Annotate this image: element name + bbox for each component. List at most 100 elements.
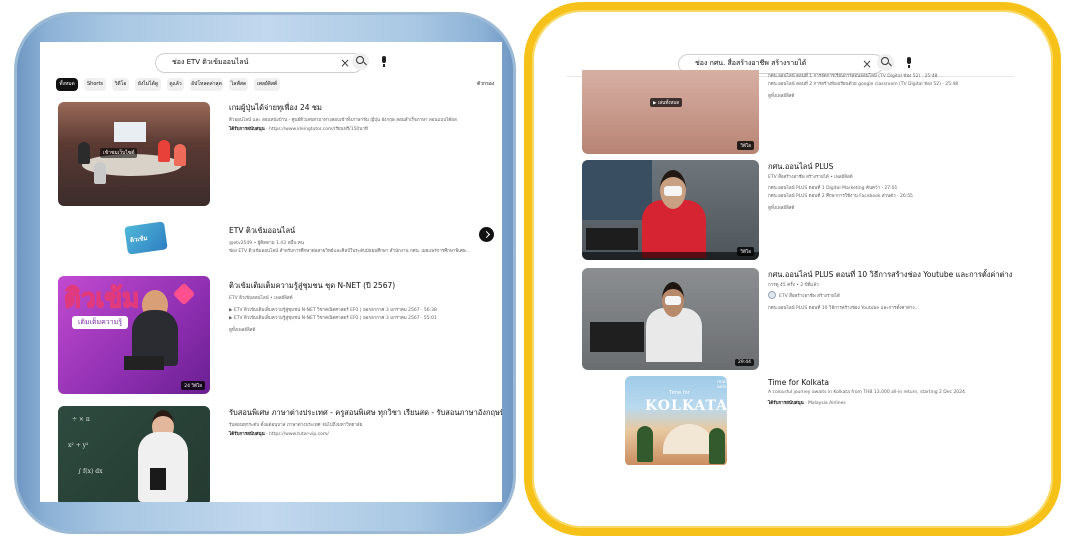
channel-title[interactable]: ETV ติวเข้มออนไลน์ <box>229 225 295 237</box>
ad-url[interactable]: https://www.tutor-vip.com/ <box>269 432 329 437</box>
playlist-item[interactable]: กศน.ออนไลน์ ตอนที่ 2 การสร้างห้องเรียนด้… <box>768 80 958 87</box>
sponsored-label: ได้รับการสนับสนุน <box>768 401 804 406</box>
thumb-sub-text: เติมเต็มความรู้ <box>72 316 129 329</box>
playlist-channel[interactable]: ETV ติวเข้มออนไลน์ • เพลย์ลิสต์ <box>229 294 293 301</box>
playlist-thumbnail[interactable]: ▶ เล่นทั้งหมด วิดีโอ <box>582 70 759 154</box>
search-button[interactable] <box>352 53 369 70</box>
voice-search-button[interactable] <box>901 54 918 71</box>
view-playlist-link[interactable]: ดูทั้งเพลย์ลิสต์ <box>768 92 794 99</box>
playlist-item[interactable]: ▶ ETV ติวเข้มเติมเต็มความรู้สู่ชุมชน N-N… <box>229 314 437 321</box>
close-icon[interactable]: × <box>340 57 350 69</box>
search-button[interactable] <box>877 54 894 71</box>
person <box>158 140 170 162</box>
playlist-channel[interactable]: ETV สื่อสร้างอาชีพ สร้างรายได้ • เพลย์ลิ… <box>768 173 853 180</box>
playlist-title[interactable]: ติวเข้มเติมเต็มความรู้สู่ชุมชน ชุด N-NET… <box>229 280 395 292</box>
channel-name[interactable]: ETV สื่อสร้างอาชีพ สร้างรายได้ <box>779 292 840 299</box>
voice-search-button[interactable] <box>376 53 393 70</box>
channel-description: ช่อง ETV ติวเข้มออนไลน์ สำหรับการศึกษาต่… <box>229 249 470 254</box>
person <box>78 142 90 164</box>
ad-title[interactable]: รับสอนพิเศษ ภาษาต่างประเทศ - ครูสอนพิเศษ… <box>229 407 502 419</box>
book <box>150 468 166 490</box>
chip-watched[interactable]: ดูแล้ว <box>167 78 184 91</box>
video-title[interactable]: กศน.ออนไลน์ PLUS ตอนที่ 10 วิธีการสร้างช… <box>768 269 1014 281</box>
chip-unwatched[interactable]: ยังไม่ได้ดู <box>135 78 161 91</box>
video-title[interactable]: เกมผู้ปุ่นได้จ่ายทุเพื่อง 24 ชม <box>229 102 322 114</box>
face-mask <box>665 296 681 305</box>
ad-thumbnail[interactable]: ÷ × π x² + y² ∫ f(x) dx <box>58 406 210 502</box>
chalk-math: ÷ × π <box>72 416 90 423</box>
chip-playlists[interactable]: เพลย์ลิสต์ <box>254 78 280 91</box>
ad-description: A colourful journey awaits in Kolkata fr… <box>768 390 967 395</box>
search-icon <box>881 57 889 65</box>
laptop <box>590 322 644 352</box>
monument <box>663 424 715 454</box>
thumb-city-text: KOLKATA <box>645 398 727 414</box>
filters-button[interactable]: ตัวกรอง <box>477 80 494 88</box>
chalk-math: ∫ f(x) dx <box>78 468 103 475</box>
advertiser-name[interactable]: Malaysia Airlines <box>808 401 846 406</box>
tree <box>637 426 653 462</box>
sponsored-label: ได้รับการสนับสนุน <box>229 432 265 437</box>
close-icon[interactable]: × <box>862 58 872 70</box>
playlist-thumbnail[interactable]: วิดีโอ <box>582 160 759 260</box>
laptop <box>586 228 638 250</box>
playlist-item[interactable]: กศน.ออนไลน์ PLUS ตอนที่ 2 ศึกษาการใช้งาน… <box>768 192 913 199</box>
channel-stats: @etv2549 • ผู้ติดตาม 1.43 หมื่น คน <box>229 241 304 246</box>
visit-site-overlay[interactable]: เข้าชมเว็บไซต์ <box>100 148 138 158</box>
chip-shorts[interactable]: Shorts <box>84 78 106 91</box>
chip-live[interactable]: ไลฟ์สด <box>229 78 248 91</box>
airline-logo: malaysia airlines <box>717 380 727 390</box>
left-youtube-screen: ช่อง ETV ติวเข้มออนไลน์ × ทั้งหมด Shorts… <box>40 42 502 502</box>
playlist-count-badge: 24 วิดีโอ <box>181 381 205 390</box>
thumb-small-text: Time for <box>669 390 690 396</box>
sponsor-line: ได้รับการสนับสนุน · https://www.tutor-vi… <box>229 432 329 437</box>
mic-icon <box>907 57 911 68</box>
heart-icon <box>172 282 196 306</box>
teacher <box>138 432 188 502</box>
ad-title[interactable]: Time for Kolkata <box>768 378 829 387</box>
search-box[interactable]: ช่อง ETV ติวเข้มออนไลน์ × <box>155 53 363 73</box>
chip-videos[interactable]: วิดีโอ <box>112 78 129 91</box>
playlist-item[interactable]: กศน.ออนไลน์ PLUS ตอนที่ 1 Digital Market… <box>768 184 897 191</box>
playlist-badge: วิดีโอ <box>737 247 754 256</box>
sponsored-label: ได้รับการสนับสนุน <box>229 127 265 132</box>
playlist-title[interactable]: กศน.ออนไลน์ PLUS <box>768 161 833 173</box>
playlist-badge: วิดีโอ <box>737 141 754 150</box>
chip-recent[interactable]: อัปโหลดล่าสุด <box>190 78 223 91</box>
person <box>174 144 186 166</box>
view-playlist-link[interactable]: ดูทั้งเพลย์ลิสต์ <box>229 326 255 333</box>
video-thumbnail[interactable]: 29:44 <box>582 268 759 370</box>
person <box>94 162 106 184</box>
chip-all[interactable]: ทั้งหมด <box>56 78 78 91</box>
thumb-title-text: ติวเข้ม <box>63 283 140 315</box>
search-input[interactable]: ช่อง ETV ติวเข้มออนไลน์ <box>172 57 248 68</box>
channel-logo[interactable]: ติวเข้ม <box>116 218 176 258</box>
sponsor-line: ได้รับการสนับสนุน · https://www.kleingtu… <box>229 127 368 132</box>
playlist-item[interactable]: ▶ ETV ติวเข้มเติมเต็มความรู้สู่ชุมชน N-N… <box>229 306 437 313</box>
background-board <box>582 160 652 220</box>
search-input[interactable]: ช่อง กศน. สื่อสร้างอาชีพ สร้างรายได้ <box>695 58 806 69</box>
ad-description: รับสอนทุกระดับ ตั้งแต่อนุบาล ภาษาต่างประ… <box>229 423 363 428</box>
logo-text: ติวเข้ม <box>129 234 148 245</box>
duration-badge: 29:44 <box>735 359 754 366</box>
play-all-overlay[interactable]: ▶ เล่นทั้งหมด <box>650 98 683 107</box>
laptop <box>124 356 164 370</box>
tv-screen <box>114 122 146 142</box>
ad-thumbnail[interactable]: Time for KOLKATA malaysia airlines <box>625 376 727 465</box>
ad-url[interactable]: https://www.kleingtutor.com/เรียนฟรี/150… <box>269 127 368 132</box>
channel-row[interactable]: ETV สื่อสร้างอาชีพ สร้างรายได้ <box>768 291 840 299</box>
mic-icon <box>382 56 386 67</box>
video-description: กศน.ออนไลน์ PLUS ตอนที่ 10 วิธีการสร้างช… <box>768 306 919 311</box>
caption-bar <box>582 252 759 260</box>
search-icon <box>356 56 364 64</box>
video-description: ติวออนไลน์ และ สอนหนังบ้าน - ศูนย์ติวเลข… <box>229 118 457 123</box>
playlist-item[interactable]: กศน.ออนไลน์ ตอนที่ 1 การจัดการเรียนการสอ… <box>768 72 937 79</box>
scroll-right-button[interactable] <box>479 227 494 242</box>
right-youtube-screen: ช่อง กศน. สื่อสร้างอาชีพ สร้างรายได้ × ▶… <box>567 46 1014 465</box>
chalk-math: x² + y² <box>68 442 89 449</box>
view-playlist-link[interactable]: ดูทั้งเพลย์ลิสต์ <box>768 204 794 211</box>
playlist-thumbnail[interactable]: ติวเข้ม เติมเต็มความรู้ 24 วิดีโอ <box>58 276 210 394</box>
avatar <box>768 291 776 299</box>
tree <box>709 428 725 464</box>
ad-thumbnail[interactable]: เข้าชมเว็บไซต์ <box>58 102 210 206</box>
